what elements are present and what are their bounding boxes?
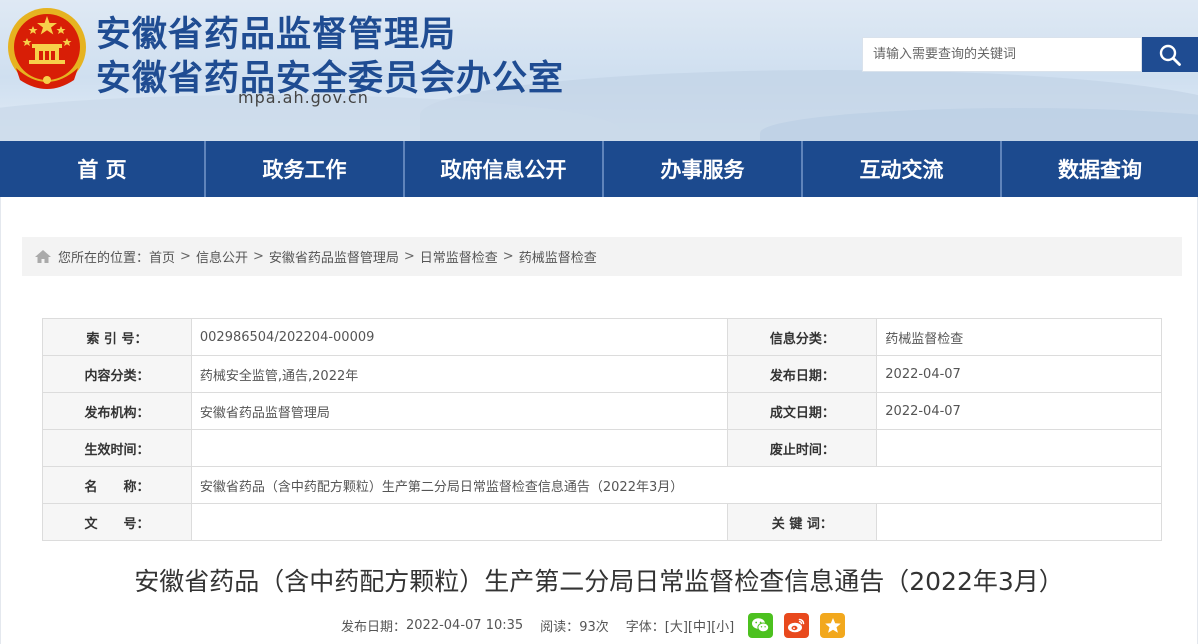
breadcrumb-prefix: 您所在的位置： [58, 251, 150, 266]
article-title: 安徽省药品（含中药配方颗粒）生产第二分局日常监督检查信息通告（2022年3月） [134, 567, 1064, 596]
table-row: 名 称： 安徽省药品（含中药配方颗粒）生产第二分局日常监督检查信息通告（2022… [42, 466, 1163, 504]
weibo-icon [788, 618, 805, 632]
breadcrumb-separator: > [252, 249, 264, 264]
abolish-time-label: 废止时间： [727, 429, 878, 467]
info-category-label: 信息分类： [727, 318, 878, 356]
font-size-large-button[interactable]: [大] [665, 616, 688, 635]
document-name-value: 安徽省药品（含中药配方颗粒）生产第二分局日常监督检查信息通告（2022年3月） [190, 466, 1163, 504]
breadcrumb-separator: > [180, 249, 191, 264]
document-number-value [190, 503, 729, 541]
read-count-label: 阅读： [540, 619, 580, 635]
wechat-icon [752, 617, 770, 632]
index-number-label: 索 引 号： [42, 318, 192, 356]
national-emblem-icon [8, 8, 86, 89]
nav-item-data-query[interactable]: 数据查询 [1002, 141, 1198, 197]
publisher-value: 安徽省药品监督管理局 [190, 392, 729, 430]
effective-time-label: 生效时间： [42, 429, 192, 467]
breadcrumb-link-device-inspection[interactable]: 药械监督检查 [519, 247, 597, 266]
weibo-share-button[interactable] [784, 612, 810, 638]
breadcrumb-link-home[interactable]: 首页 [149, 247, 175, 266]
nav-item-government-work[interactable]: 政务工作 [206, 141, 405, 197]
breadcrumb: 您所在的位置： 首页 > 信息公开 > 安徽省药品监督管理局 > 日常监督检查 … [22, 237, 1182, 276]
search-input[interactable] [862, 37, 1142, 72]
font-size-label: 字体： [625, 619, 665, 635]
site-header: 安徽省药品监督管理局 安徽省药品安全委员会办公室 mpa.ah.gov.cn [0, 0, 1198, 141]
nav-item-interaction[interactable]: 互动交流 [803, 141, 1002, 197]
content-category-value: 药械安全监管,通告,2022年 [190, 355, 729, 393]
favorite-icon [824, 617, 841, 633]
article-info-bar: 发布日期： 2022-04-07 10:35 阅读： 93次 字体： [大] [… [341, 612, 846, 638]
breadcrumb-separator: > [502, 249, 514, 264]
document-name-label: 名 称： [42, 466, 192, 504]
home-icon [34, 249, 52, 264]
read-count-value: 93次 [579, 619, 609, 635]
abolish-time-value [876, 429, 1162, 467]
keywords-label: 关 键 词： [727, 503, 878, 541]
table-row: 索 引 号： 002986504/202204-00009 信息分类： 药械监督… [42, 318, 1162, 356]
favorite-button[interactable] [820, 612, 846, 638]
document-meta-table: 索 引 号： 002986504/202204-00009 信息分类： 药械监督… [42, 318, 1163, 541]
breadcrumb-link-bureau[interactable]: 安徽省药品监督管理局 [269, 247, 399, 266]
nav-item-info-disclosure[interactable]: 政府信息公开 [405, 141, 604, 197]
table-row: 文 号： 关 键 词： [42, 503, 1162, 541]
content-category-label: 内容分类： [42, 355, 192, 393]
publish-date-value: 2022-04-07 [876, 355, 1162, 393]
table-row: 发布机构： 安徽省药品监督管理局 成文日期： 2022-04-07 [42, 392, 1162, 430]
created-date-label: 成文日期： [727, 392, 878, 430]
effective-time-value [190, 429, 729, 467]
table-row: 生效时间： 废止时间： [42, 429, 1162, 467]
nav-item-home[interactable]: 首 页 [0, 141, 206, 197]
site-domain: mpa.ah.gov.cn [238, 88, 369, 107]
index-number-value: 002986504/202204-00009 [190, 318, 729, 356]
info-category-value: 药械监督检查 [876, 318, 1162, 356]
breadcrumb-link-daily-inspection[interactable]: 日常监督检查 [420, 247, 498, 266]
created-date-value: 2022-04-07 [876, 392, 1162, 430]
search-button[interactable] [1142, 37, 1198, 72]
font-size-medium-button[interactable]: [中] [688, 616, 711, 635]
wechat-share-button[interactable] [748, 612, 774, 638]
publish-date-label: 发布日期： [727, 355, 878, 393]
table-row: 内容分类： 药械安全监管,通告,2022年 发布日期： 2022-04-07 [42, 355, 1162, 393]
search-icon [1159, 44, 1181, 66]
main-nav: 首 页 政务工作 政府信息公开 办事服务 互动交流 数据查询 [0, 141, 1198, 197]
keywords-value [876, 503, 1162, 541]
publisher-label: 发布机构： [42, 392, 192, 430]
breadcrumb-separator: > [403, 249, 415, 264]
publish-time-label: 发布日期： [341, 619, 407, 635]
nav-item-services[interactable]: 办事服务 [604, 141, 803, 197]
font-size-small-button[interactable]: [小] [711, 616, 734, 635]
breadcrumb-link-info-disclosure[interactable]: 信息公开 [196, 247, 248, 266]
document-number-label: 文 号： [42, 503, 192, 541]
publish-time-value: 2022-04-07 10:35 [406, 617, 524, 633]
